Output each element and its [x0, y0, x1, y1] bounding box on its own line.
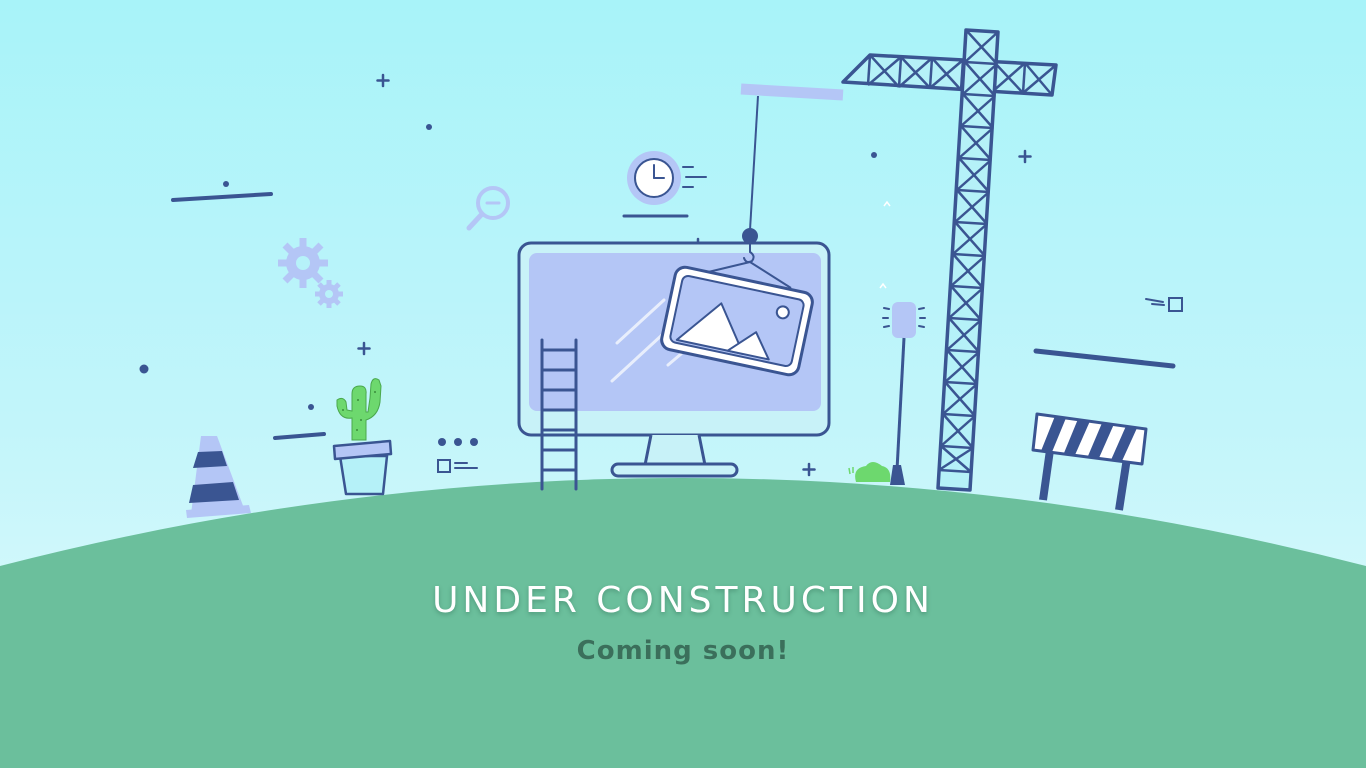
traffic-cone-icon	[186, 436, 251, 518]
flying-box-icon	[1145, 297, 1183, 312]
clock-icon	[627, 151, 707, 205]
dot-icon	[223, 181, 229, 187]
dot-icon	[426, 124, 432, 130]
flower-pot-icon	[332, 439, 393, 496]
crane-icon	[841, 28, 1058, 492]
plus-icon	[802, 462, 816, 477]
magnifier-icon	[466, 186, 510, 231]
cactus-icon	[336, 378, 382, 441]
dash-line	[273, 432, 326, 440]
dot-icon	[139, 364, 149, 374]
spark-icon	[879, 200, 891, 289]
ground-hill	[0, 478, 1366, 768]
dash-line	[1033, 348, 1176, 369]
dot-icon	[871, 152, 877, 158]
text-lines-icon	[437, 459, 478, 473]
under-construction-scene: UNDER CONSTRUCTION Coming soon!	[0, 0, 1366, 768]
dot-icon	[308, 404, 314, 410]
barrier-icon	[1031, 412, 1148, 511]
street-lamp-icon	[882, 302, 926, 485]
plus-icon	[1018, 149, 1032, 164]
crane-hook-icon	[740, 83, 844, 263]
page-subtitle: Coming soon!	[576, 636, 790, 666]
bush-icon	[848, 462, 891, 482]
dash-line	[171, 192, 273, 202]
plus-icon	[376, 73, 390, 88]
gear-icon	[278, 238, 343, 308]
page-title: UNDER CONSTRUCTION	[432, 580, 934, 621]
dots-icon	[438, 438, 478, 446]
plus-icon	[357, 341, 371, 356]
